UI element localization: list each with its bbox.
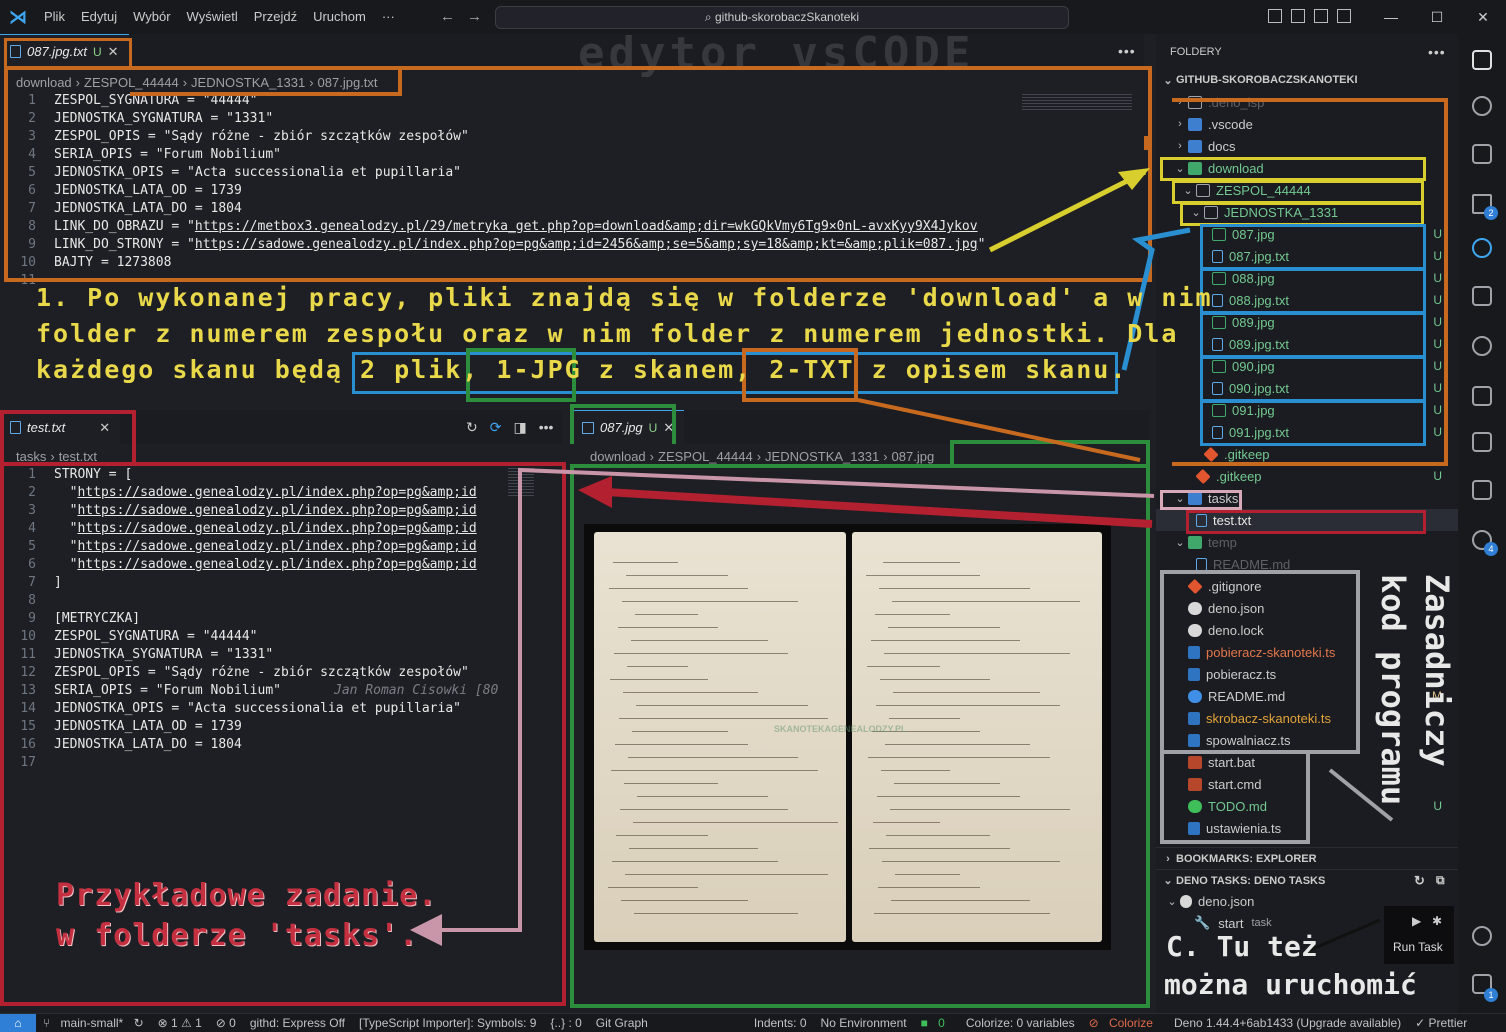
note-line-1: 1. Po wykonanej pracy, pliki znajdą się … [36,283,1213,312]
note-line-3: każdego skanu będą 2 plik, 1-JPG z skane… [36,352,1127,388]
tasks-caption-1: Przykładowe zadanie. [56,878,438,913]
run-caption-2: można uruchomić [1164,968,1417,1001]
run-caption-1: C. Tu też [1166,930,1318,963]
red-arrow [605,488,1153,528]
note-line-3c: 1-JPG [496,355,582,384]
pink-arrow [440,467,1155,932]
yellow-arrowhead [1118,168,1150,190]
note-line-3a: każdego skanu będą [36,355,343,384]
red-arrowhead [578,476,612,508]
note-line-3e: 2-TXT [769,355,855,384]
note-line-3f: z opisem skanu. [871,355,1128,384]
tasks-caption-2: w folderze 'tasks'. [56,918,419,953]
code-caption-2: kod programu [1374,574,1412,806]
note-line-3b: 2 plik, [360,355,480,384]
note-line-3d: z skanem, [598,355,753,384]
yellow-arrow [988,169,1147,253]
code-caption-1: Zasadniczy [1418,574,1456,767]
black-arrow [1309,918,1381,952]
note-line-2: folder z numerem zespołu oraz w nim fold… [36,319,1179,348]
orange-arrow [857,398,1141,462]
